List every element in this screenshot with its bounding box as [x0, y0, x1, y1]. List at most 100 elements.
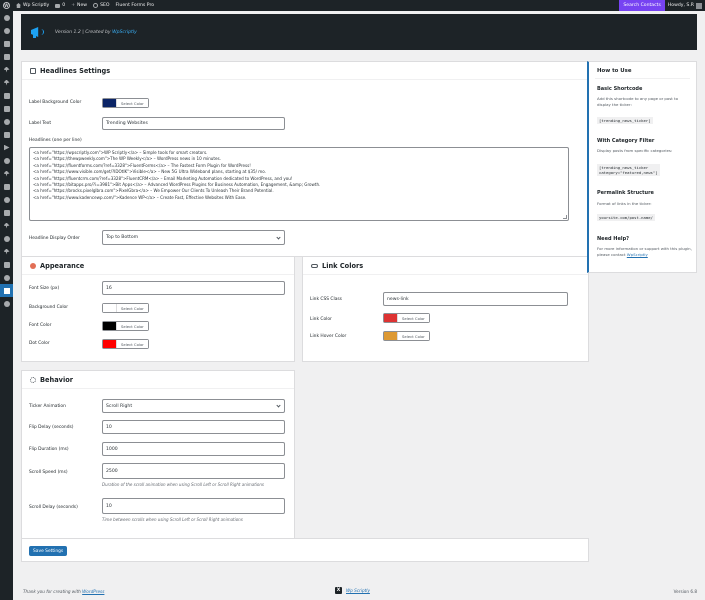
- collapse-menu-icon[interactable]: [0, 297, 13, 310]
- footer-brand: X Wp Scriptly: [335, 587, 370, 594]
- font-color-label: Font Color: [29, 323, 52, 328]
- version-text: Version 1.2 | Created by WpScriptly: [55, 29, 137, 35]
- headlines-settings-card: Headlines Settings Label Background Colo…: [21, 61, 589, 257]
- font-color-picker[interactable]: Select Color: [102, 321, 149, 331]
- need-help-text: For more information or support with thi…: [597, 246, 692, 257]
- font-color-swatch: [103, 322, 116, 330]
- wordpress-link[interactable]: WordPress: [82, 589, 104, 594]
- fluent-forms-link[interactable]: Fluent Forms Pro: [113, 0, 158, 11]
- label-bg-color-picker[interactable]: Select Color: [102, 98, 149, 108]
- headlines-textarea[interactable]: <a href="https://wpscriptly.com">WP Scri…: [29, 147, 569, 221]
- megaphone-icon: [31, 26, 45, 38]
- wrench-menu-icon[interactable]: [0, 245, 13, 258]
- label-text-input[interactable]: Trending Websites: [102, 117, 285, 130]
- scroll-delay-description: Time between scrolls when using Scroll L…: [102, 517, 243, 522]
- settings-menu-icon[interactable]: [0, 167, 13, 180]
- howdy-text: Howdy, S.R: [667, 3, 694, 8]
- new-content-link[interactable]: + New: [68, 0, 90, 11]
- user-menu-icon[interactable]: [0, 232, 13, 245]
- admin-bar: W Wp Scriptly 0 + New SEO Fluent Forms P…: [0, 0, 705, 11]
- ticker-animation-select[interactable]: Scroll Right: [102, 399, 285, 413]
- save-settings-button[interactable]: Save Settings: [29, 546, 68, 556]
- scroll-speed-input[interactable]: 2500: [102, 463, 285, 479]
- comments-link[interactable]: 0: [52, 0, 68, 11]
- link-hover-color-swatch: [384, 332, 397, 340]
- permalink-structure-code[interactable]: yoursite.com/post-name/: [597, 214, 655, 222]
- scroll-delay-label: Scroll Delay (seconds): [29, 505, 78, 510]
- plugins-menu-icon[interactable]: [0, 141, 13, 154]
- account-menu[interactable]: Howdy, S.R: [665, 0, 705, 11]
- seo-icon: [93, 3, 99, 8]
- resize-handle[interactable]: [563, 215, 567, 219]
- seo-menu-link[interactable]: SEO: [90, 0, 112, 11]
- pages-menu-icon[interactable]: [0, 102, 13, 115]
- display-order-select[interactable]: Top to Bottom: [102, 230, 285, 245]
- permalink-structure-text: Format of links in the ticker:: [597, 201, 652, 206]
- newspaper-icon: [30, 67, 36, 74]
- font-size-input[interactable]: 16: [102, 281, 285, 295]
- background-color-picker[interactable]: Select Color: [102, 303, 149, 313]
- wordpress-logo-button[interactable]: W: [0, 0, 13, 11]
- dot-color-swatch: [103, 340, 116, 348]
- flip-delay-input[interactable]: 10: [102, 420, 285, 434]
- news-ticker-menu-icon[interactable]: [0, 284, 13, 297]
- ticker-animation-label: Ticker Animation: [29, 404, 66, 409]
- bookmark-menu-icon[interactable]: [0, 206, 13, 219]
- link-icon: [311, 263, 318, 268]
- crm-menu-icon[interactable]: [0, 50, 13, 63]
- link-css-class-input[interactable]: news-link: [383, 292, 568, 306]
- admin-sidebar: [0, 11, 13, 600]
- grid-menu-icon[interactable]: [0, 258, 13, 271]
- x-social-icon[interactable]: X: [335, 587, 342, 594]
- search-contacts-label: Search Contacts: [623, 3, 661, 8]
- wordpress-icon: W: [3, 2, 10, 9]
- search-contacts-button[interactable]: Search Contacts: [619, 0, 665, 11]
- help-contact-link[interactable]: WpScriptly: [627, 252, 648, 257]
- background-color-label: Background Color: [29, 305, 69, 310]
- dashboard-icon[interactable]: [0, 11, 13, 24]
- link-color-picker[interactable]: Select Color: [383, 313, 430, 323]
- headline-line: <a href="https://www.kadencewp.com/">Kad…: [33, 194, 247, 200]
- label-text-label: Label Text: [29, 121, 52, 126]
- plugin-settings-menu-icon[interactable]: [0, 271, 13, 284]
- scroll-delay-input[interactable]: 10: [102, 498, 285, 514]
- permalink-structure-title: Permalink Structure: [597, 190, 654, 196]
- link-color-label: Link Color: [310, 317, 332, 322]
- font-size-label: Font Size (px): [29, 286, 60, 291]
- basic-shortcode-text: Add this shortcode to any page or post t…: [597, 96, 678, 107]
- flip-duration-label: Flip Duration (ms): [29, 447, 69, 452]
- layout-menu-icon[interactable]: [0, 180, 13, 193]
- label-bg-color-label: Label Background Color: [29, 100, 82, 105]
- forms-menu-icon[interactable]: [0, 37, 13, 50]
- seo-label: SEO: [100, 3, 110, 8]
- footer-thanks: Thank you for creating with WordPress: [23, 589, 105, 594]
- brush-menu-icon[interactable]: [0, 219, 13, 232]
- dot-color-picker[interactable]: Select Color: [102, 339, 149, 349]
- flip-duration-input[interactable]: 1000: [102, 442, 285, 456]
- seo-menu-icon[interactable]: [0, 24, 13, 37]
- display-order-label: Headline Display Order: [29, 236, 80, 241]
- how-to-use-title: How to Use: [597, 68, 632, 74]
- home-icon: [16, 3, 21, 8]
- footer-brand-link[interactable]: Wp Scriptly: [346, 588, 370, 593]
- appearance-title: Appearance: [22, 257, 294, 275]
- site-name-link[interactable]: Wp Scriptly: [13, 0, 52, 11]
- link-hover-color-picker[interactable]: Select Color: [383, 331, 430, 341]
- behavior-title: Behavior: [22, 371, 294, 389]
- users-menu-icon[interactable]: [0, 154, 13, 167]
- category-filter-code[interactable]: [trending_news_ticker category="featured…: [597, 164, 660, 177]
- comment-icon: [55, 3, 61, 8]
- posts-menu-icon[interactable]: [0, 63, 13, 76]
- link-colors-title: Link Colors: [303, 257, 588, 275]
- appearance-menu-icon[interactable]: [0, 128, 13, 141]
- comments-menu-icon[interactable]: [0, 115, 13, 128]
- save-bar: Save Settings: [21, 538, 589, 562]
- media-menu-icon[interactable]: [0, 89, 13, 102]
- analytics-menu-icon[interactable]: [0, 193, 13, 206]
- category-filter-text: Display posts from specific categories:: [597, 148, 673, 153]
- basic-shortcode-code[interactable]: [trending_news_ticker]: [597, 117, 653, 125]
- avatar: [696, 2, 702, 9]
- tools-menu-icon[interactable]: [0, 76, 13, 89]
- author-link[interactable]: WpScriptly: [112, 30, 137, 35]
- link-css-class-label: Link CSS Class: [310, 297, 342, 302]
